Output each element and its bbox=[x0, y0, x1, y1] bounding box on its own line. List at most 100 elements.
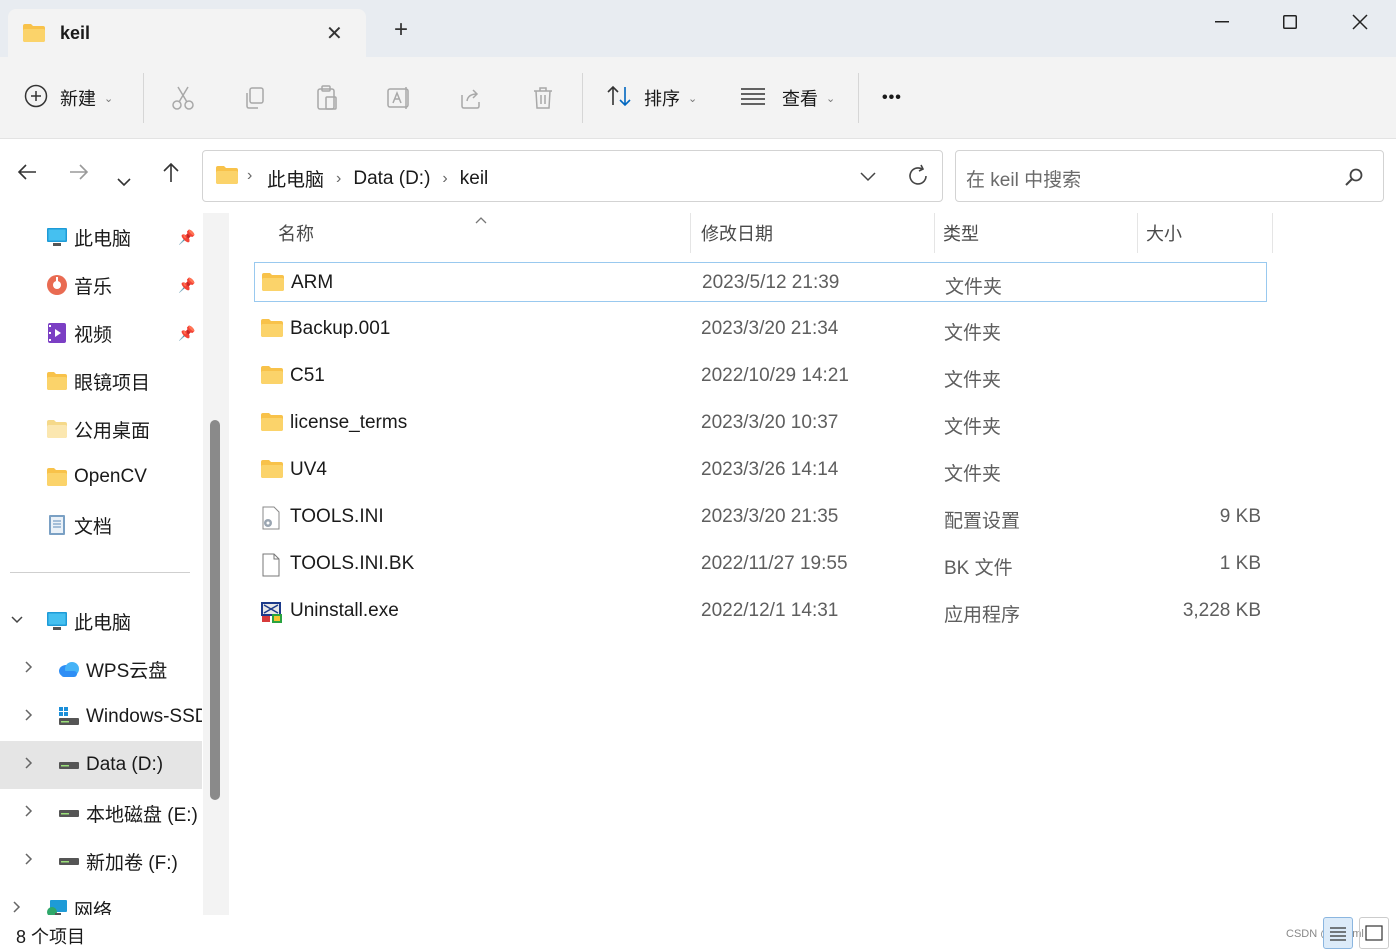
file-name: TOOLS.INI bbox=[290, 506, 384, 527]
folder-icon bbox=[47, 420, 67, 438]
share-icon bbox=[461, 89, 480, 109]
details-view-button[interactable] bbox=[1323, 917, 1353, 949]
back-button[interactable] bbox=[16, 161, 38, 189]
pin-icon: 📌 bbox=[178, 324, 196, 341]
refresh-button[interactable] bbox=[906, 164, 930, 193]
breadcrumb-keil[interactable]: keil bbox=[460, 168, 489, 190]
file-size: 9 KB bbox=[1219, 506, 1261, 527]
title-bar: keil ✕ + bbox=[0, 0, 1396, 57]
file-row[interactable]: ARM 2023/5/12 21:39 文件夹 bbox=[254, 262, 1267, 302]
tab-keil[interactable]: keil ✕ bbox=[8, 9, 366, 57]
sidebar-item-network[interactable]: 网络 bbox=[0, 885, 202, 915]
file-name: license_terms bbox=[290, 412, 408, 433]
status-bar: 8 个项目 CSDN @qq_lml bbox=[0, 915, 1396, 951]
folder-icon bbox=[22, 23, 46, 48]
column-divider[interactable] bbox=[1137, 213, 1138, 253]
sidebar-item-video[interactable]: 视频 📌 bbox=[0, 309, 202, 357]
chevron-down-icon bbox=[860, 172, 876, 182]
file-row[interactable]: license_terms 2023/3/20 10:37 文件夹 bbox=[254, 403, 1267, 443]
sidebar-item-wps-cloud[interactable]: WPS云盘 bbox=[0, 645, 202, 693]
file-row[interactable]: TOOLS.INI.BK 2022/11/27 19:55 BK 文件 1 KB bbox=[254, 544, 1267, 584]
file-name: Uninstall.exe bbox=[290, 600, 399, 621]
new-button[interactable]: 新建 ⌄ bbox=[24, 83, 113, 113]
close-window-button[interactable] bbox=[1330, 6, 1390, 38]
column-divider[interactable] bbox=[690, 213, 691, 253]
chevron-down-icon[interactable] bbox=[10, 612, 24, 630]
column-header-name[interactable]: 名称 bbox=[278, 213, 314, 253]
column-divider[interactable] bbox=[1272, 213, 1273, 253]
sidebar-item-new-volume-f[interactable]: 新加卷 (F:) bbox=[0, 837, 202, 885]
sidebar-divider bbox=[10, 572, 190, 573]
file-type: 文件夹 bbox=[944, 370, 1002, 391]
chevron-right-icon[interactable] bbox=[24, 660, 34, 679]
chevron-down-icon: ⌄ bbox=[826, 92, 836, 105]
forward-button[interactable] bbox=[68, 161, 90, 189]
delete-button[interactable] bbox=[528, 83, 558, 113]
rename-button[interactable] bbox=[384, 83, 414, 113]
scissors-icon bbox=[172, 86, 194, 110]
copy-button[interactable] bbox=[240, 83, 270, 113]
sort-button[interactable]: 排序 ⌄ bbox=[606, 83, 697, 113]
recent-locations-button[interactable] bbox=[116, 167, 132, 193]
chevron-right-icon[interactable] bbox=[24, 756, 34, 775]
sidebar-item-public-desktop[interactable]: 公用桌面 bbox=[0, 405, 202, 453]
sidebar-item-local-disk-e[interactable]: 本地磁盘 (E:) bbox=[0, 789, 202, 837]
file-type: BK 文件 bbox=[944, 558, 1013, 579]
sidebar-item-opencv[interactable]: OpenCV bbox=[0, 453, 202, 501]
file-row[interactable]: C51 2022/10/29 14:21 文件夹 bbox=[254, 356, 1267, 396]
sidebar-item-documents[interactable]: 文档 bbox=[0, 501, 202, 549]
arrow-right-icon bbox=[70, 164, 89, 180]
paste-button[interactable] bbox=[312, 83, 342, 113]
column-divider[interactable] bbox=[934, 213, 935, 253]
plus-circle-icon bbox=[24, 84, 48, 113]
up-button[interactable] bbox=[160, 161, 182, 189]
chevron-right-icon: › bbox=[442, 169, 448, 187]
file-type: 文件夹 bbox=[944, 417, 1002, 438]
toolbar-divider bbox=[858, 73, 859, 123]
column-header-modified[interactable]: 修改日期 bbox=[701, 213, 773, 253]
file-row[interactable]: TOOLS.INI 2023/3/20 21:35 配置设置 9 KB bbox=[254, 497, 1267, 537]
search-input[interactable]: 在 keil 中搜索 bbox=[955, 150, 1384, 202]
close-tab-icon[interactable]: ✕ bbox=[326, 21, 343, 46]
share-button[interactable] bbox=[456, 83, 486, 113]
new-tab-button[interactable]: + bbox=[394, 18, 408, 42]
column-header-type[interactable]: 类型 bbox=[943, 213, 979, 253]
breadcrumb-data-d[interactable]: Data (D:) bbox=[353, 168, 430, 190]
sidebar-item-windows-ssd[interactable]: Windows-SSD bbox=[0, 693, 202, 741]
more-options-button[interactable]: ••• bbox=[882, 83, 902, 113]
chevron-right-icon[interactable] bbox=[24, 708, 34, 727]
file-name: TOOLS.INI.BK bbox=[290, 553, 415, 574]
file-row[interactable]: UV4 2023/3/26 14:14 文件夹 bbox=[254, 450, 1267, 490]
sidebar-item-music[interactable]: 音乐 📌 bbox=[0, 261, 202, 309]
maximize-button[interactable] bbox=[1260, 6, 1320, 38]
folder-icon bbox=[47, 468, 67, 486]
monitor-icon bbox=[47, 612, 67, 630]
file-row[interactable]: Backup.001 2023/3/20 21:34 文件夹 bbox=[254, 309, 1267, 349]
file-modified-date: 2022/11/27 19:55 bbox=[701, 553, 848, 574]
scrollbar-thumb[interactable] bbox=[210, 420, 220, 800]
view-button[interactable]: 查看 ⌄ bbox=[740, 83, 835, 113]
minimize-button[interactable] bbox=[1192, 6, 1252, 38]
address-history-dropdown[interactable] bbox=[859, 170, 877, 188]
file-modified-date: 2022/12/1 14:31 bbox=[701, 600, 839, 621]
chevron-right-icon[interactable] bbox=[24, 804, 34, 823]
column-header-size[interactable]: 大小 bbox=[1146, 213, 1182, 253]
sidebar-item-this-pc-pinned[interactable]: 此电脑 📌 bbox=[0, 213, 202, 261]
command-bar: 新建 ⌄ 排序 ⌄ 查看 ⌄ ••• bbox=[0, 57, 1396, 139]
address-bar[interactable]: › 此电脑 › Data (D:) › keil bbox=[202, 150, 943, 202]
chevron-right-icon[interactable] bbox=[24, 852, 34, 871]
sidebar-scrollbar[interactable] bbox=[203, 213, 229, 915]
cut-button[interactable] bbox=[168, 83, 198, 113]
sidebar-item-data-d[interactable]: Data (D:) bbox=[0, 741, 202, 789]
sidebar-item-glasses-project[interactable]: 眼镜项目 bbox=[0, 357, 202, 405]
file-modified-date: 2023/3/26 14:14 bbox=[701, 459, 839, 480]
folder-icon bbox=[261, 272, 284, 294]
thumbnails-view-button[interactable] bbox=[1359, 917, 1389, 949]
chevron-down-icon bbox=[117, 178, 131, 187]
breadcrumb-this-pc[interactable]: 此电脑 bbox=[267, 165, 324, 192]
chevron-right-icon[interactable] bbox=[12, 900, 22, 916]
clipboard-icon bbox=[317, 85, 337, 110]
sidebar-item-this-pc[interactable]: 此电脑 bbox=[0, 597, 202, 645]
document-icon bbox=[49, 515, 65, 535]
file-row[interactable]: Uninstall.exe 2022/12/1 14:31 应用程序 3,228 KB bbox=[254, 591, 1267, 631]
